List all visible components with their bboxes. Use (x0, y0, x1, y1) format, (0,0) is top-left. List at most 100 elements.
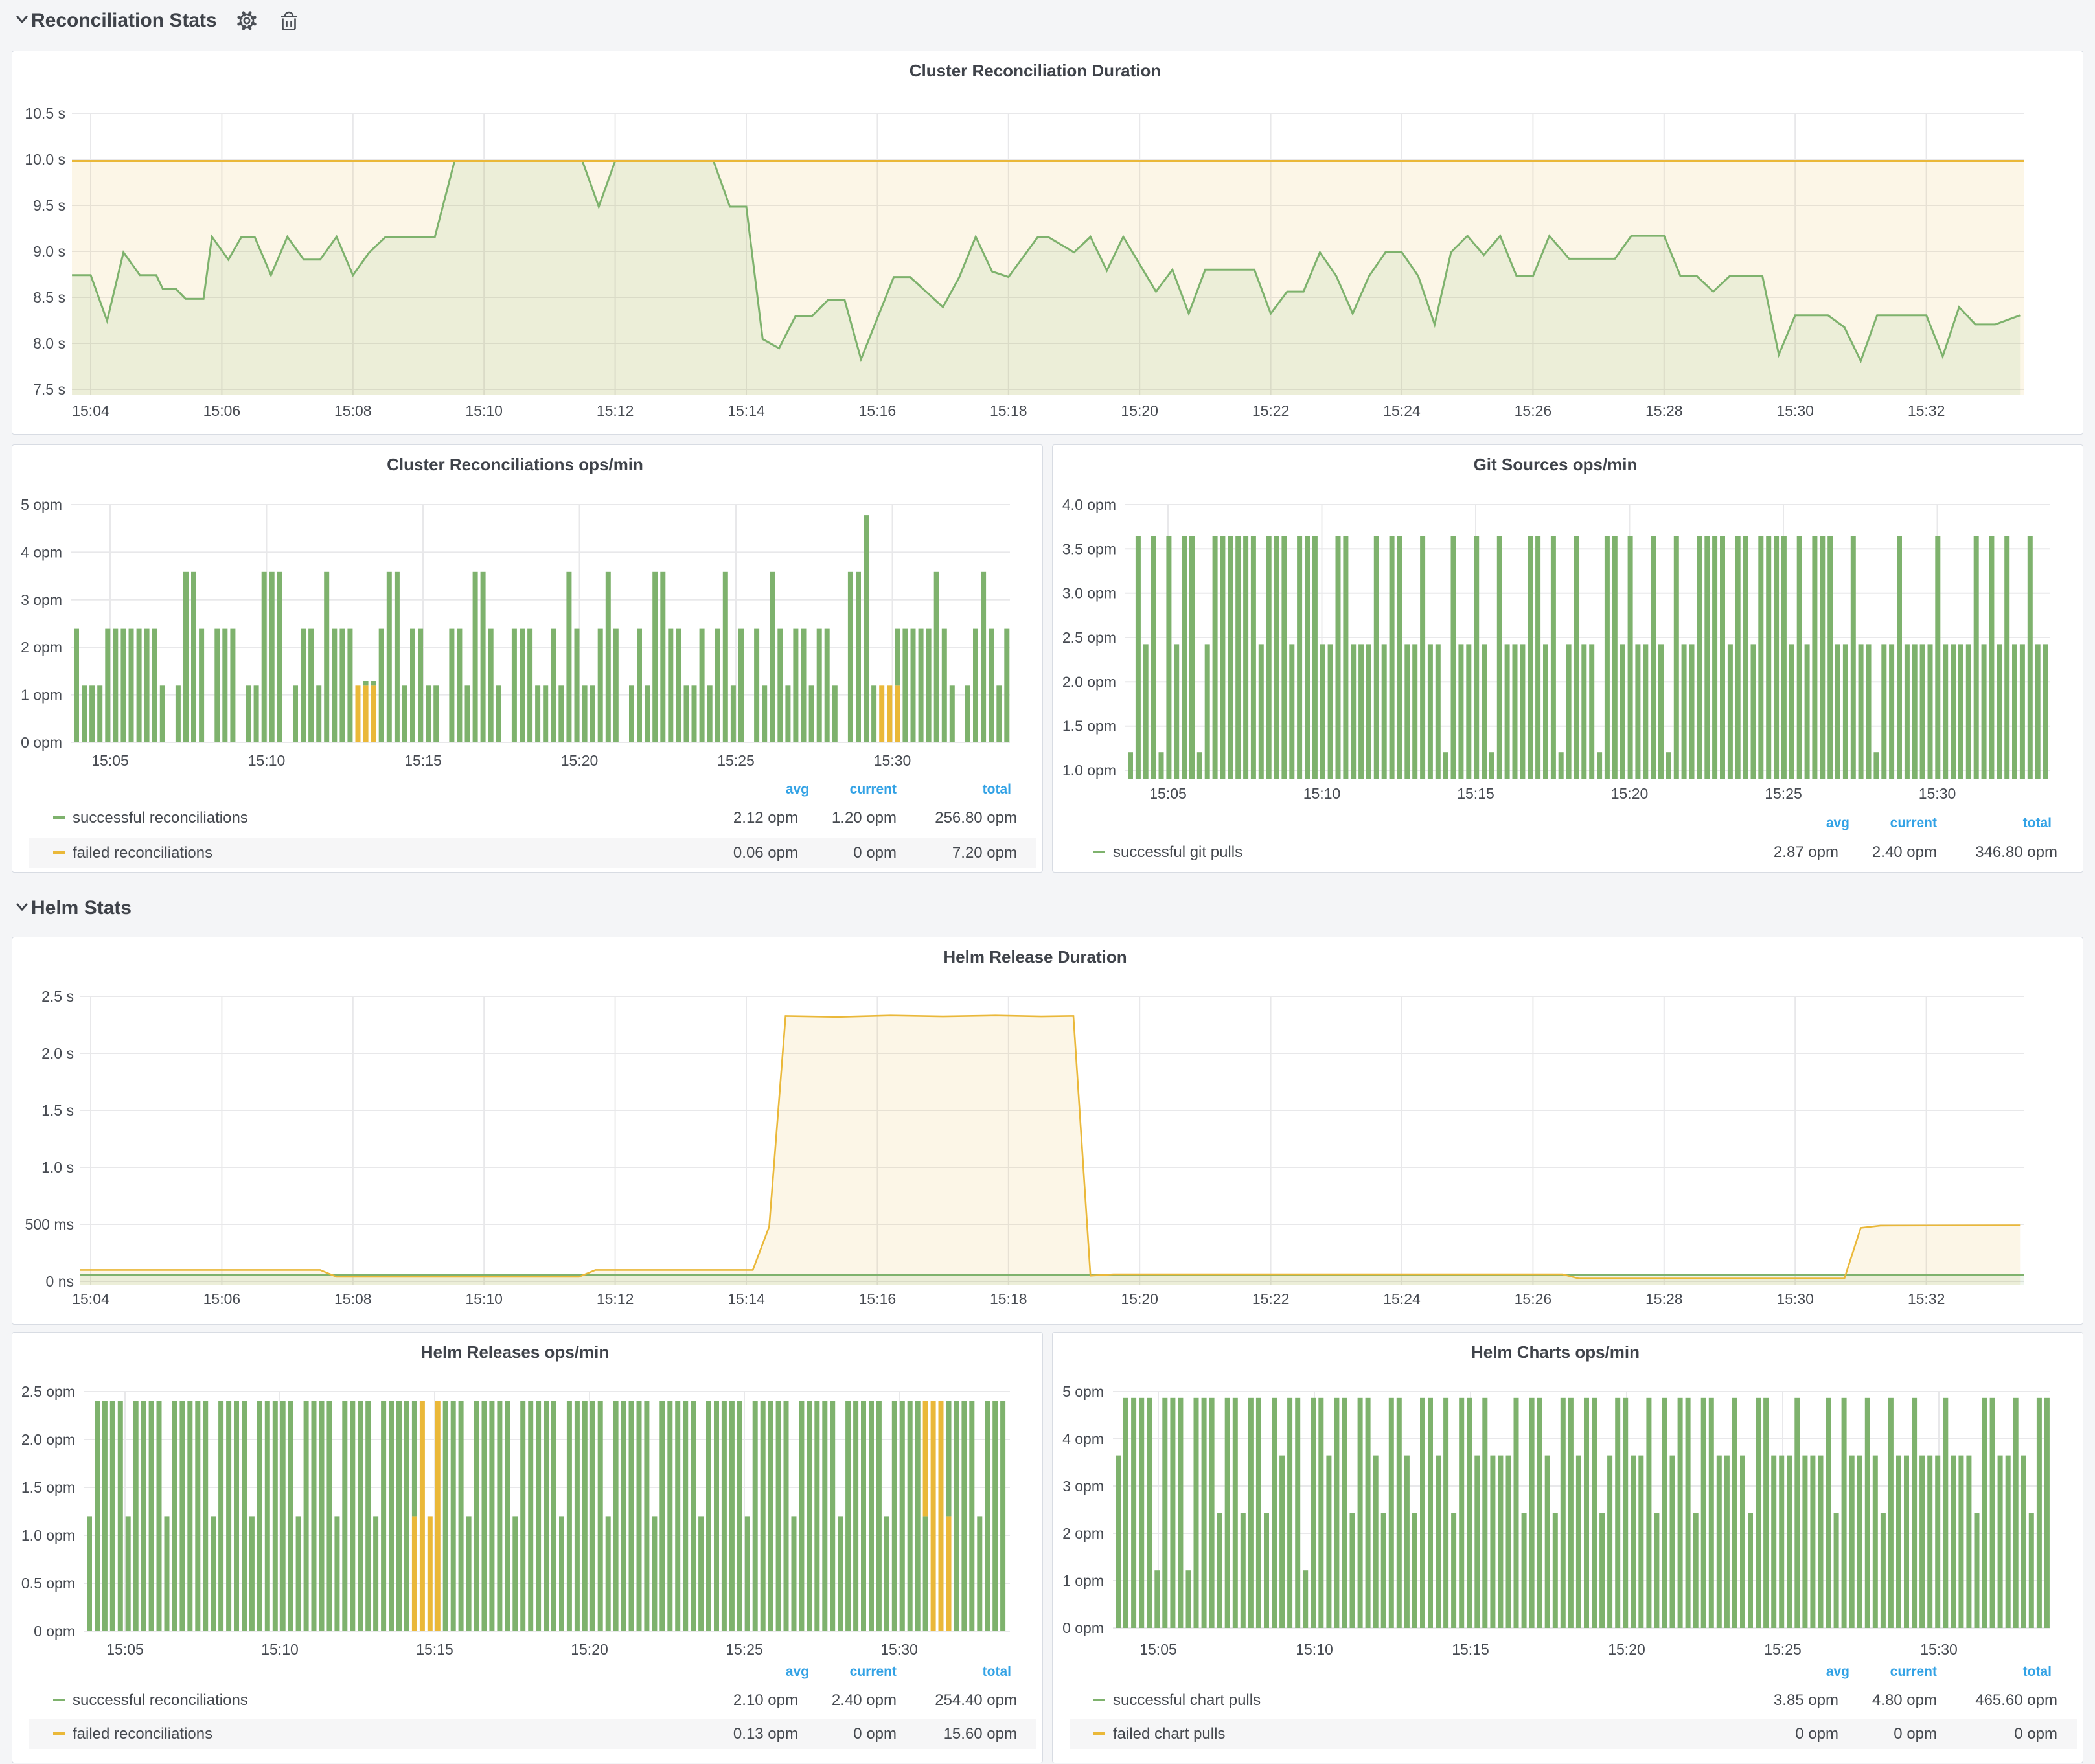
svg-text:15:18: 15:18 (990, 1290, 1027, 1307)
svg-text:8.5 s: 8.5 s (33, 289, 65, 306)
svg-text:8.0 s: 8.0 s (33, 335, 65, 352)
svg-text:3.0 opm: 3.0 opm (1062, 585, 1116, 602)
svg-text:successful git pulls: successful git pulls (1113, 843, 1242, 861)
svg-text:total: total (2023, 816, 2052, 830)
svg-text:3 opm: 3 opm (1062, 1478, 1104, 1495)
svg-text:2.40 opm: 2.40 opm (832, 1691, 897, 1709)
svg-text:4.80 opm: 4.80 opm (1872, 1691, 1937, 1709)
svg-text:15:15: 15:15 (1457, 785, 1494, 802)
svg-text:15:25: 15:25 (717, 752, 755, 769)
svg-text:0.13 opm: 0.13 opm (733, 1725, 798, 1743)
svg-text:successful reconciliations: successful reconciliations (73, 809, 248, 827)
svg-text:15:05: 15:05 (1139, 1641, 1177, 1658)
svg-text:0 opm: 0 opm (853, 844, 897, 862)
svg-text:successful chart pulls: successful chart pulls (1113, 1691, 1261, 1709)
svg-text:1.0 opm: 1.0 opm (1062, 762, 1116, 779)
svg-text:2 opm: 2 opm (21, 639, 62, 656)
svg-text:15.60 opm: 15.60 opm (944, 1725, 1017, 1743)
svg-text:15:22: 15:22 (1252, 402, 1290, 419)
svg-text:254.40 opm: 254.40 opm (935, 1691, 1017, 1709)
svg-text:avg: avg (786, 1664, 809, 1679)
svg-text:2.0 s: 2.0 s (41, 1045, 74, 1062)
svg-text:0 opm: 0 opm (21, 734, 62, 751)
svg-text:15:30: 15:30 (880, 1641, 918, 1658)
svg-text:15:20: 15:20 (1608, 1641, 1645, 1658)
svg-text:15:26: 15:26 (1515, 402, 1552, 419)
svg-text:1.5 opm: 1.5 opm (21, 1479, 75, 1496)
svg-text:2.0 opm: 2.0 opm (21, 1431, 75, 1448)
svg-text:15:15: 15:15 (404, 752, 442, 769)
svg-text:15:15: 15:15 (1452, 1641, 1489, 1658)
svg-text:15:12: 15:12 (597, 1290, 634, 1307)
svg-text:1.20 opm: 1.20 opm (832, 809, 897, 827)
svg-text:15:20: 15:20 (1121, 1290, 1158, 1307)
svg-text:15:05: 15:05 (1149, 785, 1187, 802)
svg-text:Helm Charts ops/min: Helm Charts ops/min (1471, 1342, 1640, 1362)
svg-text:346.80 opm: 346.80 opm (1975, 843, 2057, 861)
svg-text:Git Sources ops/min: Git Sources ops/min (1474, 455, 1638, 474)
svg-text:Reconciliation Stats: Reconciliation Stats (31, 10, 217, 31)
svg-text:1 opm: 1 opm (21, 687, 62, 704)
svg-text:7.20 opm: 7.20 opm (952, 844, 1017, 862)
svg-text:500 ms: 500 ms (25, 1216, 74, 1233)
svg-text:15:30: 15:30 (874, 752, 911, 769)
svg-text:Helm Releases ops/min: Helm Releases ops/min (421, 1342, 609, 1362)
svg-text:failed chart pulls: failed chart pulls (1113, 1725, 1225, 1743)
svg-text:9.5 s: 9.5 s (33, 197, 65, 214)
svg-text:current: current (850, 782, 897, 797)
svg-text:2.87 opm: 2.87 opm (1774, 843, 1838, 861)
svg-text:15:20: 15:20 (1611, 785, 1649, 802)
svg-text:2.0 opm: 2.0 opm (1062, 673, 1116, 690)
svg-text:15:04: 15:04 (72, 1290, 109, 1307)
svg-text:15:30: 15:30 (1919, 785, 1956, 802)
svg-text:current: current (1890, 1664, 1937, 1679)
svg-text:15:14: 15:14 (727, 1290, 765, 1307)
svg-text:15:20: 15:20 (561, 752, 599, 769)
svg-text:0 opm: 0 opm (2014, 1725, 2057, 1743)
svg-text:15:24: 15:24 (1383, 1290, 1421, 1307)
svg-text:1.0 s: 1.0 s (41, 1159, 74, 1176)
svg-text:1.5 s: 1.5 s (41, 1102, 74, 1119)
svg-text:15:18: 15:18 (990, 402, 1027, 419)
svg-text:0 opm: 0 opm (853, 1725, 897, 1743)
svg-text:9.0 s: 9.0 s (33, 243, 65, 260)
svg-text:15:08: 15:08 (334, 1290, 372, 1307)
svg-text:2.5 s: 2.5 s (41, 988, 74, 1005)
svg-text:4 opm: 4 opm (1062, 1430, 1104, 1447)
svg-text:5 opm: 5 opm (1062, 1383, 1104, 1400)
svg-text:Helm Release Duration: Helm Release Duration (943, 947, 1127, 967)
svg-text:0 ns: 0 ns (46, 1273, 74, 1290)
svg-text:current: current (850, 1664, 897, 1679)
svg-text:avg: avg (786, 782, 809, 797)
svg-text:15:10: 15:10 (248, 752, 286, 769)
svg-text:successful reconciliations: successful reconciliations (73, 1691, 248, 1709)
svg-text:465.60 opm: 465.60 opm (1975, 1691, 2057, 1709)
svg-text:0 opm: 0 opm (1894, 1725, 1937, 1743)
svg-text:15:05: 15:05 (91, 752, 129, 769)
svg-text:failed reconciliations: failed reconciliations (73, 1725, 212, 1743)
svg-text:10.0 s: 10.0 s (25, 151, 65, 168)
svg-text:15:06: 15:06 (203, 402, 241, 419)
svg-text:0 opm: 0 opm (1795, 1725, 1838, 1743)
svg-text:15:14: 15:14 (727, 402, 765, 419)
svg-text:15:28: 15:28 (1645, 1290, 1683, 1307)
svg-text:15:24: 15:24 (1383, 402, 1421, 419)
svg-text:15:04: 15:04 (72, 402, 109, 419)
svg-text:15:22: 15:22 (1252, 1290, 1290, 1307)
svg-text:15:15: 15:15 (416, 1641, 453, 1658)
svg-text:10.5 s: 10.5 s (25, 105, 65, 122)
svg-text:failed reconciliations: failed reconciliations (73, 844, 212, 862)
svg-text:3 opm: 3 opm (21, 591, 62, 608)
svg-text:avg: avg (1826, 816, 1849, 830)
svg-text:Helm Stats: Helm Stats (31, 897, 132, 919)
svg-text:15:05: 15:05 (106, 1641, 144, 1658)
svg-text:total: total (2023, 1664, 2052, 1679)
svg-text:total: total (983, 1664, 1011, 1679)
svg-text:avg: avg (1826, 1664, 1849, 1679)
svg-text:1 opm: 1 opm (1062, 1572, 1104, 1589)
svg-text:4 opm: 4 opm (21, 544, 62, 560)
svg-text:2.5 opm: 2.5 opm (1062, 629, 1116, 646)
svg-text:3.5 opm: 3.5 opm (1062, 540, 1116, 557)
svg-text:15:26: 15:26 (1515, 1290, 1552, 1307)
svg-text:15:16: 15:16 (859, 1290, 897, 1307)
